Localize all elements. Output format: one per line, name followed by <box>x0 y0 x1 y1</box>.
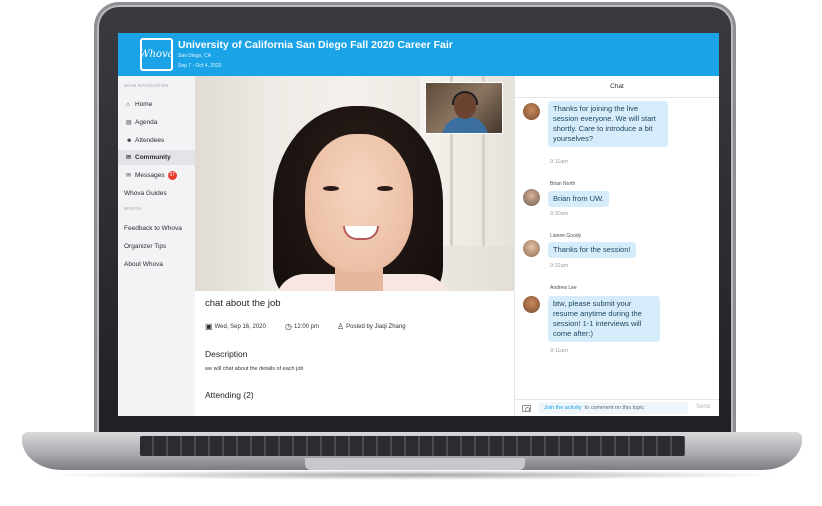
sidebar-item-messages[interactable]: ✉ Messages 37 <box>118 168 195 183</box>
session-posted-by: ♙ Posted by Jiaqi Zhang <box>337 322 406 331</box>
sidebar-item-attendees[interactable]: ☻ Attendees <box>118 133 195 148</box>
user-icon: ♙ <box>337 322 345 331</box>
clock-icon: ◷ <box>285 322 292 331</box>
sidebar-item-label: Whova Guides <box>124 190 167 197</box>
send-button[interactable]: Send <box>696 404 710 410</box>
main-navigation-heading: MAIN NAVIGATION <box>124 83 169 88</box>
laptop-screen: Whova University of California San Diego… <box>118 33 719 416</box>
headset-icon <box>452 91 478 105</box>
comment-placeholder: to comment on this topic <box>584 405 645 411</box>
presenter-eye <box>377 186 393 191</box>
event-title: University of California San Diego Fall … <box>178 39 453 51</box>
message-timestamp: 9:30am <box>550 211 569 217</box>
message-sender-name: Brian North <box>550 181 576 187</box>
sidebar-item-label: Home <box>135 101 153 108</box>
home-icon: ⌂ <box>126 101 130 108</box>
presenter-eye <box>323 186 339 191</box>
session-date: ▣ Wed, Sep 16, 2020 <box>205 322 266 331</box>
chat-message-bubble: Thanks for joining the live session ever… <box>548 101 668 147</box>
app-header: Whova University of California San Diego… <box>118 33 719 76</box>
event-location: San Diego, CA <box>178 53 212 59</box>
sidebar-item-label: Community <box>135 154 171 161</box>
avatar[interactable] <box>523 189 540 206</box>
laptop-trackpad-lip <box>305 458 525 470</box>
envelope-icon: ✉ <box>126 173 132 179</box>
session-title: chat about the job <box>205 298 281 309</box>
event-dates: Sep 7 - Oct 4, 2020 <box>178 63 222 69</box>
sidebar-item-label: Organizer Tips <box>124 243 167 250</box>
calendar-icon: ▣ <box>205 322 213 331</box>
chat-header: Chat <box>515 76 719 98</box>
sidebar-item-label: Feedback to Whova <box>124 225 182 232</box>
presenter-face <box>305 134 413 272</box>
sidebar-item-agenda[interactable]: ▤ Agenda <box>118 115 195 130</box>
sidebar-item-about[interactable]: About Whova <box>118 257 195 272</box>
comment-input[interactable]: Join the activity to comment on this top… <box>538 402 688 414</box>
laptop-keyboard <box>140 436 685 456</box>
sidebar-item-whova-guides[interactable]: Whova Guides <box>118 186 195 201</box>
camera-icon[interactable] <box>522 405 531 412</box>
sidebar-item-home[interactable]: ⌂ Home <box>118 97 195 112</box>
chat-message-bubble: btw, please submit your resume anytime d… <box>548 296 660 342</box>
sidebar-item-label: Agenda <box>135 119 158 126</box>
sidebar: MAIN NAVIGATION ⌂ Home ▤ Agenda ☻ Attend… <box>118 76 195 416</box>
avatar[interactable] <box>523 103 540 120</box>
message-timestamp: 9:11am <box>550 159 568 165</box>
join-activity-link[interactable]: Join the activity <box>544 405 582 411</box>
avatar[interactable] <box>523 296 540 313</box>
description-text: we will chat about the details of each j… <box>205 366 304 372</box>
sidebar-item-label: Attendees <box>135 137 165 144</box>
sidebar-item-organizer-tips[interactable]: Organizer Tips <box>118 239 195 254</box>
whova-logo[interactable]: Whova <box>139 38 174 71</box>
panel-divider <box>514 76 515 416</box>
whova-heading: WHOVA <box>124 206 143 211</box>
laptop-shadow <box>40 470 785 480</box>
people-icon: ☻ <box>126 137 133 144</box>
sidebar-item-label: Messages <box>135 172 165 179</box>
message-timestamp: 9:32am <box>550 263 569 269</box>
session-time: ◷ 12:00 pm <box>285 322 320 331</box>
picture-in-picture-video[interactable] <box>425 82 503 134</box>
avatar[interactable] <box>523 240 540 257</box>
description-heading: Description <box>205 349 248 359</box>
message-timestamp: 9:11am <box>550 348 568 354</box>
chat-message-bubble: Brian from UW. <box>548 191 609 207</box>
sidebar-item-community[interactable]: ✉ Community <box>118 150 195 165</box>
chat-message-bubble: Thanks for the session! <box>548 242 636 258</box>
video-background-shelf <box>195 76 265 291</box>
message-sender-name: Lianne Goody <box>550 233 582 239</box>
messages-count-badge: 37 <box>167 171 177 180</box>
calendar-icon: ▤ <box>126 120 132 126</box>
chat-bubbles-icon: ✉ <box>126 155 132 161</box>
sidebar-item-feedback[interactable]: Feedback to Whova <box>118 221 195 236</box>
message-sender-name: Andrew Lee <box>550 285 577 291</box>
live-video-stream[interactable] <box>195 76 514 291</box>
sidebar-item-label: About Whova <box>124 261 164 268</box>
attending-heading[interactable]: Attending (2) <box>205 390 254 400</box>
